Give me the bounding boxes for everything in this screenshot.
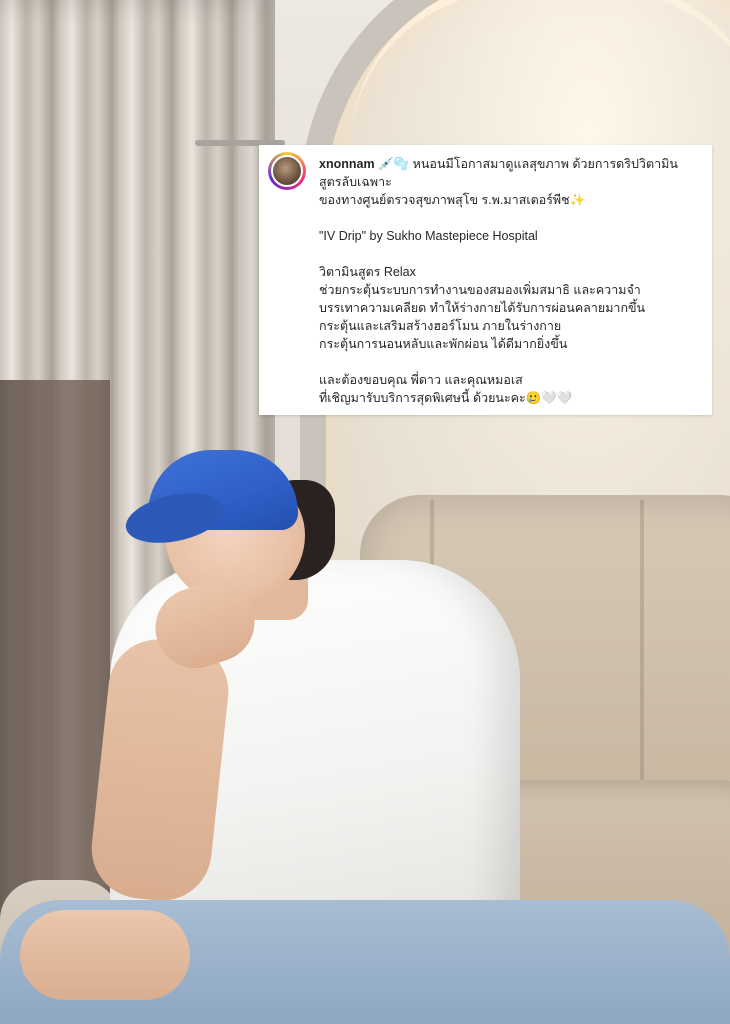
arch-glow bbox=[350, 0, 730, 150]
caption-line: ช่วยกระตุ้นระบบการทำงานของสมองเพิ่มสมาธิ… bbox=[319, 283, 641, 297]
caption-line: บรรเทาความเคลียด ทำให้ร่างกายได้รับการผ่… bbox=[319, 301, 646, 315]
caption-text: 💉🫧 หนอนมีโอกาสมาดูแลสุขภาพ ด้วยการดริปวิ… bbox=[378, 157, 678, 171]
caption-line: และต้องขอบคุณ พี่ดาว และคุณหมอเส bbox=[319, 373, 523, 387]
username-link[interactable]: xnonnam bbox=[319, 157, 375, 171]
post-caption: xnonnam 💉🫧 หนอนมีโอกาสมาดูแลสุขภาพ ด้วยก… bbox=[319, 155, 709, 407]
caption-line: กระตุ้นการนอนหลับและพักผ่อน ได้ดีมากยิ่ง… bbox=[319, 337, 568, 351]
caption-line: สูตรลับเฉพาะ bbox=[319, 175, 392, 189]
caption-line: xnonnam 💉🫧 หนอนมีโอกาสมาดูแลสุขภาพ ด้วยก… bbox=[319, 155, 709, 173]
caption-line: ของทางศูนย์ตรวจสุขภาพสุโข ร.พ.มาสเตอร์พี… bbox=[319, 193, 586, 207]
caption-line: "IV Drip" by Sukho Mastepiece Hospital bbox=[319, 229, 538, 243]
person-hand bbox=[20, 910, 190, 1000]
avatar[interactable] bbox=[271, 155, 303, 187]
caption-line: วิตามินสูตร Relax bbox=[319, 265, 416, 279]
caption-line: ที่เชิญมารับบริการสุดพิเศษนี้ ด้วยนะคะ🥲🤍… bbox=[319, 391, 573, 405]
caption-line: กระตุ้นและเสริมสร้างฮอร์โมน ภายในร่างกาย bbox=[319, 319, 562, 333]
